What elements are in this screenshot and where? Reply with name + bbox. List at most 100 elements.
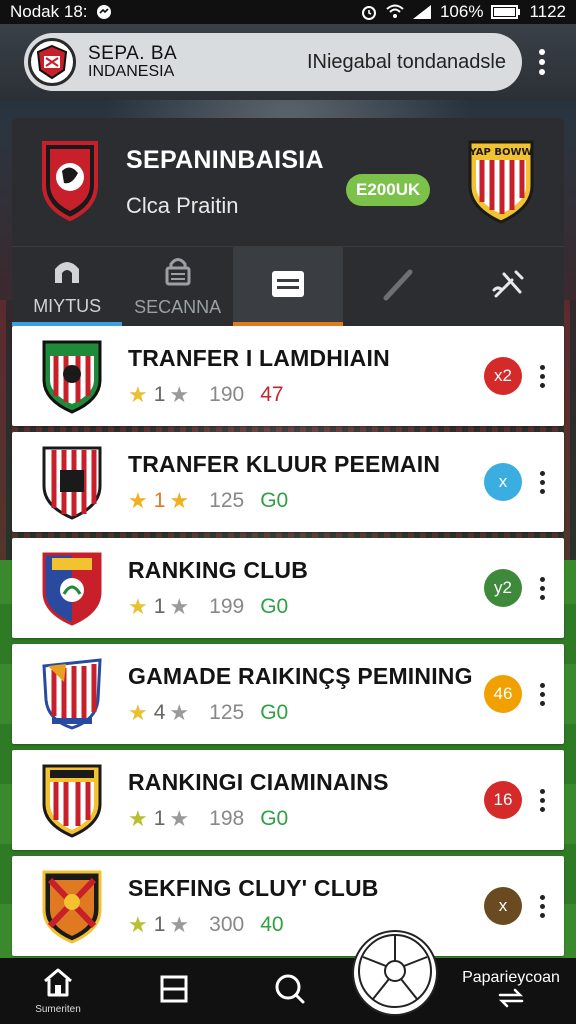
star-icon: ★ [128,805,148,831]
club-crest-icon [40,444,104,520]
tab-miytus[interactable]: MIYTUS [12,247,123,326]
pen-icon [380,266,416,307]
list-icon [159,974,189,1009]
soccer-ball-icon [357,933,433,1014]
club-crest-icon [40,550,104,626]
item-menu-icon[interactable] [534,894,550,918]
brand-line2: INDANESIA [88,62,175,80]
item-score: G0 [260,594,289,618]
club-header-card: SEPANINBAISIA Clca Praitin E200UK YAP BO… [12,118,564,326]
club-crest-right: YAP BOWW [466,138,536,229]
search-icon [274,973,306,1010]
home-icon [52,257,82,290]
nav-profile[interactable]: Paparieycoan [446,958,576,1024]
signal-icon [412,4,432,20]
nav-profile-label: Paparieycoan [462,968,560,986]
list-item[interactable]: TRANFER KLUUR PEEMAIN ★ 1 ★ 125 G0 x [12,432,564,532]
item-name: SEKFING CLUY' CLUB [128,874,379,901]
item-name: RANKINGI CIAMINAINS [128,768,389,795]
svg-text:YAP BOWW: YAP BOWW [468,147,532,158]
nav-home[interactable]: Sumeriten [0,967,116,1015]
list-item[interactable]: RANKINGI CIAMINAINS ★ 1 ★ 198 G0 16 [12,750,564,850]
status-text: Nodak 18: [10,2,88,21]
item-badge[interactable]: x [484,887,522,925]
club-crest-icon [40,656,104,732]
list-icon [270,269,306,304]
star-icon: ★ [128,487,148,513]
item-rating: 1 [153,382,166,406]
star-icon: ★ [169,593,190,619]
item-badge[interactable]: x2 [484,357,522,395]
tab-tools[interactable] [454,247,564,326]
item-rating: 1 [153,806,166,830]
star-icon: ★ [128,699,148,725]
item-count: 199 [209,594,245,618]
alarm-icon [360,3,378,21]
ranking-list: TRANFER I LAMDHIAIN ★ 1 ★ 190 47 x2 TRAN… [12,326,564,958]
tab-edit[interactable] [343,247,453,326]
star-icon: ★ [169,911,190,937]
tab-secanna[interactable]: SECANNA [122,247,232,326]
item-score: 47 [260,382,284,406]
club-crest-icon [40,338,104,414]
item-menu-icon[interactable] [534,682,550,706]
item-count: 198 [209,806,245,830]
search-tagline: INiegabal tondanadsle [306,50,506,73]
status-bar: Nodak 18: 106% 1122 [0,0,576,24]
item-score: 40 [260,912,284,936]
item-count: 190 [209,382,245,406]
status-badge: E200UK [346,174,431,206]
list-item[interactable]: TRANFER I LAMDHIAIN ★ 1 ★ 190 47 x2 [12,326,564,426]
search-pill[interactable]: SEPA. BA INDANESIA INiegabal tondanadsle [24,33,522,91]
swap-icon [496,987,526,1014]
list-item[interactable]: GAMADE RAIKINÇŞ PEMINING ★ 4 ★ 125 G0 46 [12,644,564,744]
clock: 1122 [529,2,566,21]
star-icon: ★ [169,487,190,513]
app-logo [28,38,76,86]
item-name: GAMADE RAIKINÇŞ PEMINING [128,662,473,689]
overflow-menu-icon[interactable] [522,48,562,76]
item-rating: 1 [153,488,166,512]
wifi-icon [386,4,404,20]
star-icon: ★ [128,593,148,619]
battery-icon [491,4,521,20]
item-name: TRANFER I LAMDHIAIN [128,344,390,371]
item-menu-icon[interactable] [534,470,550,494]
club-subtitle: Clca Praitin [126,192,239,218]
item-count: 300 [209,912,245,936]
star-icon: ★ [169,381,190,407]
nav-home-label: Sumeriten [35,1004,81,1015]
list-item[interactable]: SEKFING CLUY' CLUB ★ 1 ★ 300 40 x [12,856,564,956]
item-score: G0 [260,700,289,724]
nav-search[interactable] [232,973,348,1010]
item-rating: 1 [153,594,166,618]
notification-icon [96,4,112,20]
tab-label: SECANNA [134,296,222,317]
item-menu-icon[interactable] [534,576,550,600]
battery-percent: 106% [439,2,484,21]
item-badge[interactable]: 16 [484,781,522,819]
tab-list[interactable] [232,247,344,326]
item-name: TRANFER KLUUR PEEMAIN [128,450,441,477]
list-item[interactable]: RANKING CLUB ★ 1 ★ 199 G0 y2 [12,538,564,638]
item-name: RANKING CLUB [128,556,308,583]
item-rating: 1 [153,912,166,936]
star-icon: ★ [128,381,148,407]
soccer-ball-button[interactable] [354,932,436,1014]
nav-list[interactable] [116,974,232,1009]
item-badge[interactable]: y2 [484,569,522,607]
item-score: G0 [260,488,289,512]
item-menu-icon[interactable] [534,364,550,388]
item-count: 125 [209,700,245,724]
club-crest-left [40,139,100,226]
lock-icon [164,256,192,291]
item-badge[interactable]: x [484,463,522,501]
app-top-bar: SEPA. BA INDANESIA INiegabal tondanadsle [0,24,576,100]
item-rating: 4 [153,700,166,724]
club-title: SEPANINBAISIA [126,145,324,174]
club-crest-icon [40,762,104,838]
item-menu-icon[interactable] [534,788,550,812]
item-badge[interactable]: 46 [484,675,522,713]
star-icon: ★ [128,911,148,937]
club-crest-icon [40,868,104,944]
